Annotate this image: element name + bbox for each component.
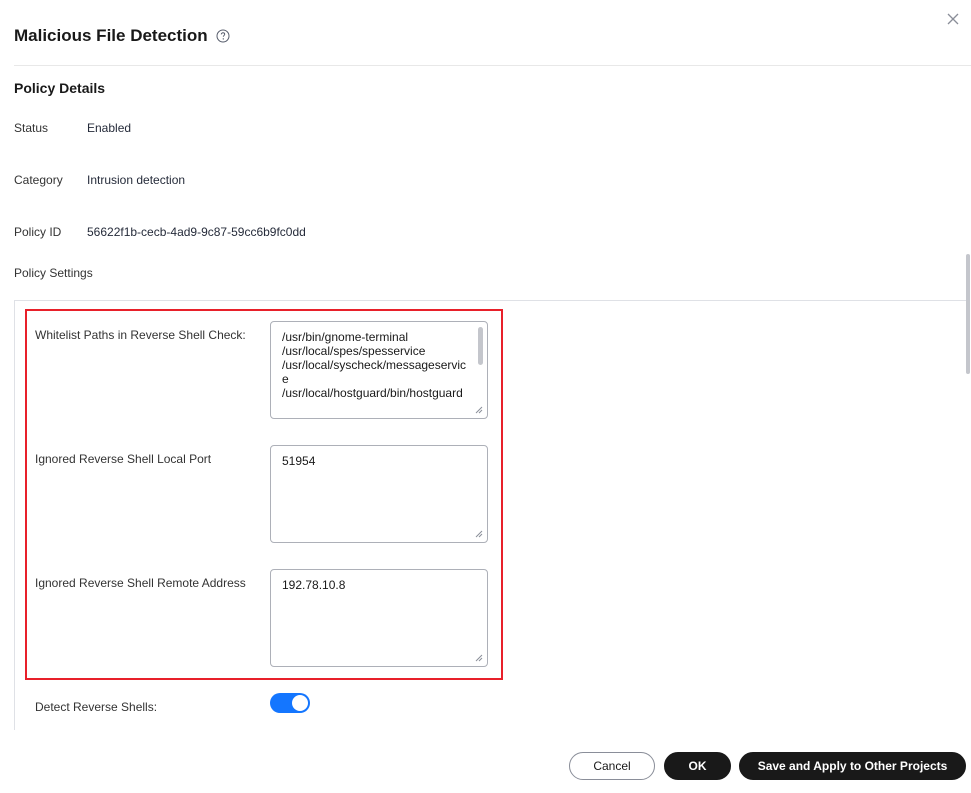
- toggle-knob: [292, 695, 308, 711]
- cancel-button[interactable]: Cancel: [569, 752, 655, 780]
- local-port-text: 51954: [282, 454, 316, 468]
- remote-address-textarea[interactable]: 192.78.10.8: [270, 569, 488, 667]
- remote-address-text: 192.78.10.8: [282, 578, 346, 592]
- policy-id-label: Policy ID: [14, 225, 62, 239]
- close-icon[interactable]: [944, 10, 962, 28]
- whitelist-paths-label: Whitelist Paths in Reverse Shell Check:: [35, 328, 246, 342]
- ok-button[interactable]: OK: [664, 752, 731, 780]
- save-and-apply-button[interactable]: Save and Apply to Other Projects: [739, 752, 966, 780]
- textarea-scrollbar[interactable]: [478, 327, 483, 365]
- remote-address-label: Ignored Reverse Shell Remote Address: [35, 576, 246, 590]
- detect-reverse-shells-label: Detect Reverse Shells:: [35, 700, 158, 714]
- detect-reverse-shells-toggle[interactable]: [270, 693, 310, 713]
- resize-handle-icon[interactable]: [475, 406, 483, 414]
- category-row: Category Intrusion detection: [14, 173, 185, 187]
- status-row: Status Enabled: [14, 121, 131, 135]
- policy-settings-label: Policy Settings: [14, 266, 93, 280]
- malicious-file-detection-dialog: Malicious File Detection Policy Details …: [0, 0, 971, 793]
- category-value: Intrusion detection: [87, 173, 186, 187]
- whitelist-paths-textarea[interactable]: /usr/bin/gnome-terminal /usr/local/spes/…: [270, 321, 488, 419]
- category-label: Category: [14, 173, 63, 187]
- resize-handle-icon[interactable]: [475, 654, 483, 662]
- dialog-scrollbar-thumb[interactable]: [966, 254, 970, 374]
- dialog-scrollbar[interactable]: [966, 234, 971, 664]
- local-port-textarea[interactable]: 51954: [270, 445, 488, 543]
- resize-handle-icon[interactable]: [475, 530, 483, 538]
- status-label: Status: [14, 121, 49, 135]
- status-value: Enabled: [87, 121, 132, 135]
- dialog-body[interactable]: Policy Details Status Enabled Category I…: [0, 66, 971, 730]
- local-port-label: Ignored Reverse Shell Local Port: [35, 452, 212, 466]
- policy-id-value: 56622f1b-cecb-4ad9-9c87-59cc6b9fc0dd: [87, 225, 306, 239]
- dialog-title: Malicious File Detection: [14, 26, 208, 45]
- policy-id-row: Policy ID 56622f1b-cecb-4ad9-9c87-59cc6b…: [14, 225, 306, 239]
- question-circle-icon[interactable]: [216, 29, 230, 43]
- whitelist-paths-text: /usr/bin/gnome-terminal /usr/local/spes/…: [282, 330, 467, 400]
- dialog-header: Malicious File Detection: [14, 22, 230, 50]
- policy-details-heading: Policy Details: [14, 80, 106, 96]
